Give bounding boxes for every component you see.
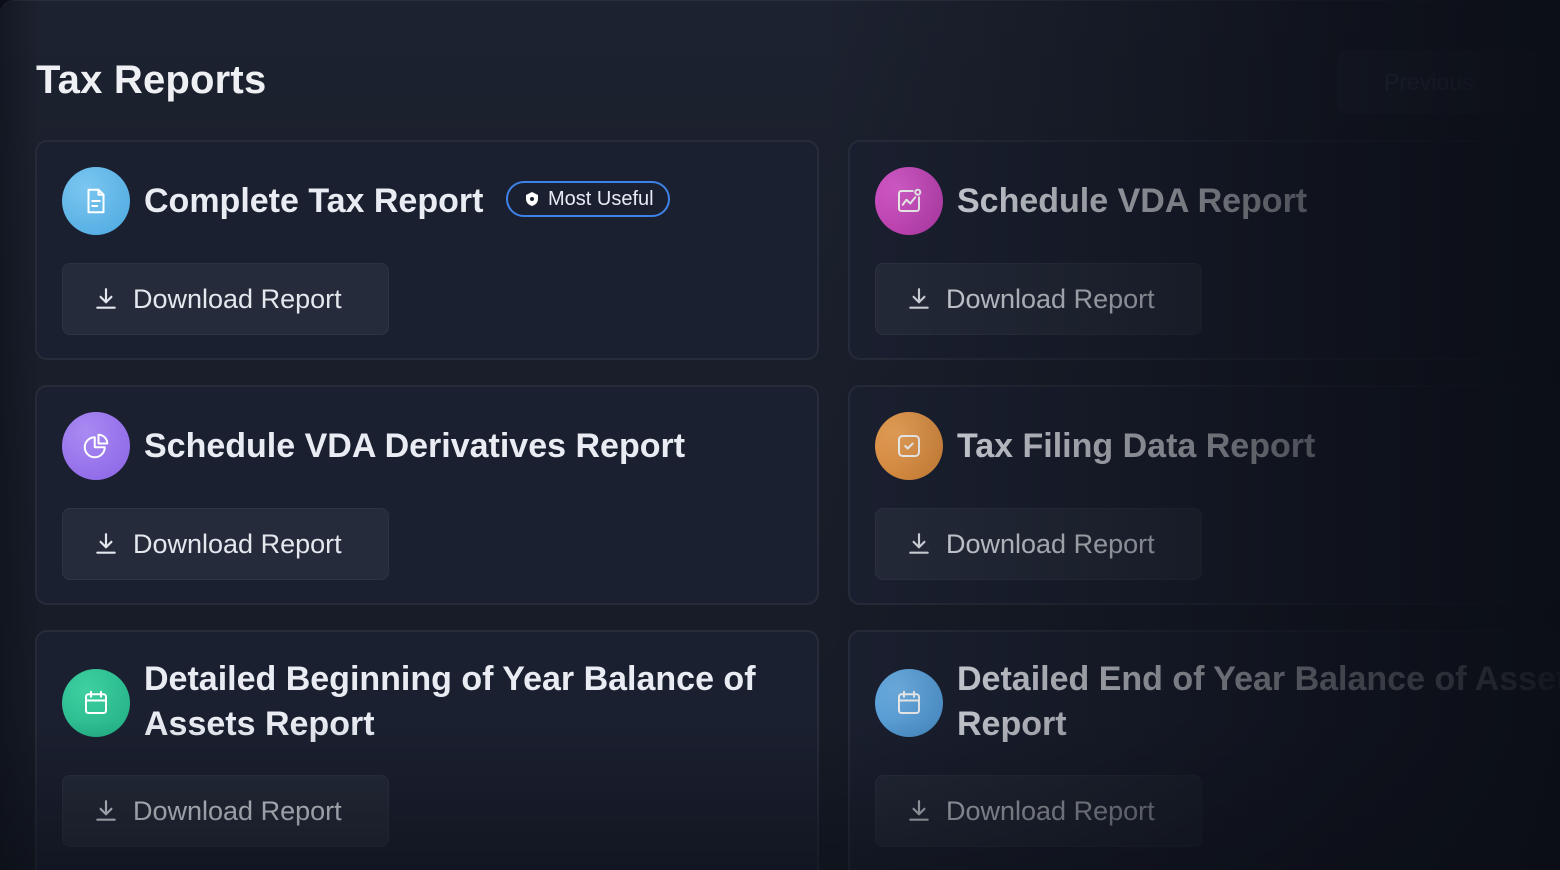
report-card-beginning-year-balance: Detailed Beginning of Year Balance of As…	[35, 630, 819, 870]
badge-label: Most Useful	[548, 187, 654, 210]
report-card-end-year-balance: Detailed End of Year Balance of Assets R…	[848, 630, 1560, 870]
previous-button[interactable]: Previous	[1337, 50, 1537, 114]
download-icon	[909, 288, 929, 309]
download-label: Download Report	[946, 795, 1155, 826]
document-icon	[62, 167, 130, 235]
page-title: Tax Reports	[36, 58, 267, 102]
report-title: Schedule VDA Derivatives Report	[144, 427, 686, 465]
download-label: Download Report	[946, 283, 1155, 314]
most-useful-badge: Most Useful	[506, 181, 670, 217]
report-title: Detailed End of Year Balance of Assets R…	[957, 660, 1560, 743]
download-report-button[interactable]: Download Report	[875, 263, 1202, 335]
tax-reports-panel: Tax Reports Previous Complete Tax Report…	[0, 0, 1560, 870]
download-report-button[interactable]: Download Report	[62, 508, 389, 580]
download-icon	[96, 533, 116, 554]
download-icon	[909, 533, 929, 554]
calendar-icon	[62, 669, 130, 737]
report-title: Detailed Beginning of Year Balance of As…	[144, 660, 756, 743]
download-report-button[interactable]: Download Report	[875, 508, 1202, 580]
report-title: Complete Tax Report	[144, 182, 484, 220]
report-card-schedule-vda-derivatives: Schedule VDA Derivatives Report Download…	[35, 385, 819, 605]
report-card-schedule-vda: Schedule VDA Report Download Report	[848, 140, 1560, 360]
download-icon	[909, 800, 929, 821]
report-card-tax-filing-data: Tax Filing Data Report Download Report	[848, 385, 1560, 605]
report-title: Tax Filing Data Report	[957, 427, 1316, 465]
download-label: Download Report	[133, 795, 342, 826]
edge-shadow-left	[0, 0, 40, 870]
download-report-button[interactable]: Download Report	[62, 263, 389, 335]
calendar-icon	[875, 669, 943, 737]
download-icon	[96, 800, 116, 821]
download-icon	[96, 288, 116, 309]
download-label: Download Report	[133, 283, 342, 314]
pie-chart-icon	[62, 412, 130, 480]
chart-icon	[875, 167, 943, 235]
download-report-button[interactable]: Download Report	[62, 775, 389, 847]
report-title: Schedule VDA Report	[957, 182, 1308, 220]
checkbox-icon	[875, 412, 943, 480]
report-card-complete-tax: Complete Tax Report Most Useful Download…	[35, 140, 819, 360]
download-label: Download Report	[946, 528, 1155, 559]
shield-icon	[526, 192, 538, 206]
download-label: Download Report	[133, 528, 342, 559]
download-report-button[interactable]: Download Report	[875, 775, 1202, 847]
